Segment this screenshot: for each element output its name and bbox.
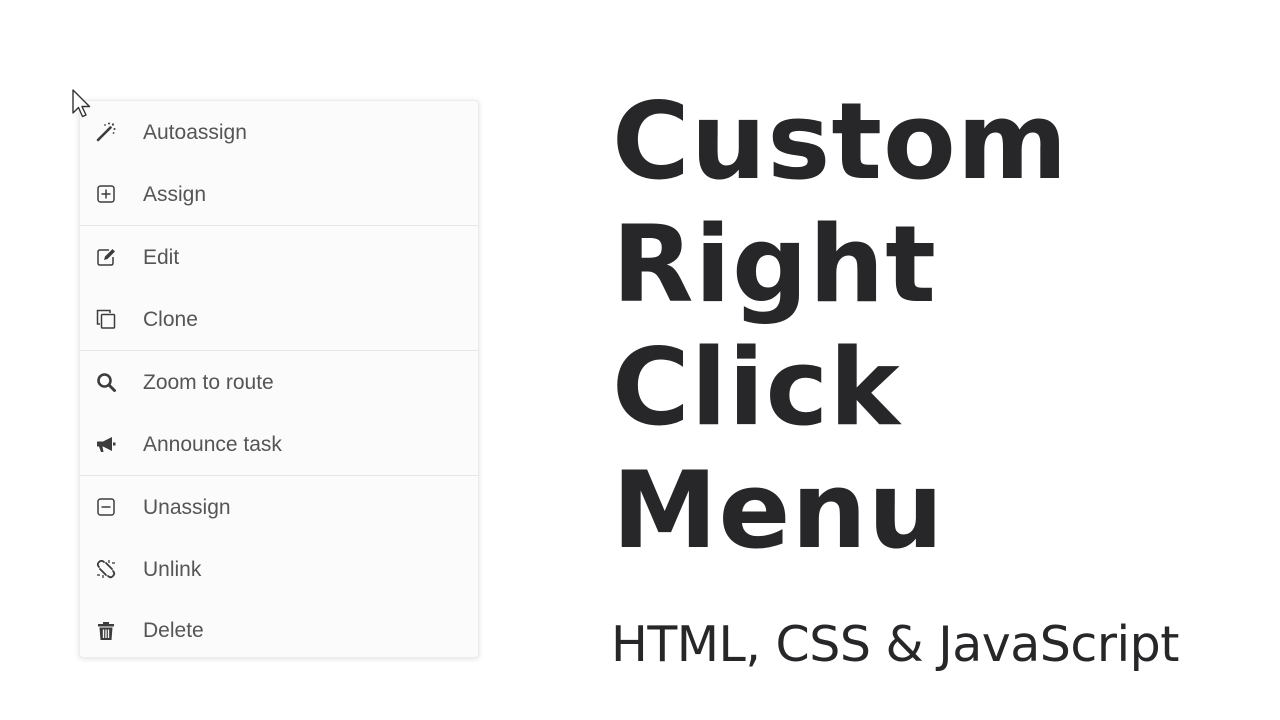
title-line: Right (612, 203, 937, 326)
page-subtitle: HTML, CSS & JavaScript (611, 616, 1179, 673)
menu-item-unlink[interactable]: Unlink (80, 539, 478, 601)
menu-item-zoom-to-route[interactable]: Zoom to route (80, 351, 478, 414)
megaphone-icon (95, 433, 117, 455)
menu-item-label: Clone (143, 307, 198, 331)
menu-item-label: Delete (143, 619, 204, 643)
menu-item-label: Assign (143, 182, 207, 206)
menu-group-edit: Edit Clone (80, 226, 478, 351)
menu-item-label: Announce task (143, 432, 282, 456)
title-line: Menu (612, 449, 945, 572)
edit-icon (95, 246, 117, 268)
unlink-icon (95, 558, 117, 580)
menu-item-unassign[interactable]: Unassign (80, 476, 478, 539)
menu-item-label: Unlink (143, 557, 202, 581)
mouse-pointer-icon (72, 89, 91, 118)
menu-item-clone[interactable]: Clone (80, 289, 478, 351)
magic-wand-icon (95, 121, 117, 143)
menu-item-assign[interactable]: Assign (80, 164, 478, 226)
menu-item-label: Autoassign (143, 120, 247, 144)
menu-item-label: Unassign (143, 495, 231, 519)
clone-icon (95, 308, 117, 330)
search-icon (95, 371, 117, 393)
menu-item-label: Zoom to route (143, 370, 274, 394)
trash-icon (95, 620, 117, 642)
menu-group-route: Zoom to route Announce task (80, 351, 478, 476)
menu-item-edit[interactable]: Edit (80, 226, 478, 289)
page-title: Custom Right Click Menu (612, 80, 1068, 572)
menu-item-announce-task[interactable]: Announce task (80, 414, 478, 476)
menu-item-label: Edit (143, 245, 180, 269)
menu-item-delete[interactable]: Delete (80, 600, 478, 657)
context-menu: Autoassign Assign Edit Clone Zoom to rou… (79, 100, 479, 658)
minus-square-icon (95, 496, 117, 518)
menu-group-assign: Autoassign Assign (80, 101, 478, 226)
menu-group-remove: Unassign Unlink Delete (80, 476, 478, 657)
title-line: Click (612, 326, 901, 449)
menu-item-autoassign[interactable]: Autoassign (80, 101, 478, 164)
title-line: Custom (612, 80, 1069, 203)
plus-square-icon (95, 183, 117, 205)
